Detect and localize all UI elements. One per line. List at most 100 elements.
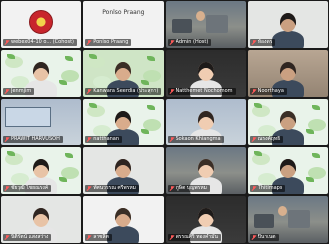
participant-face [279,110,296,130]
participant-name: ชัยวุฒิ ไชยณรงค์ [11,185,49,192]
mic-muted-icon [87,88,91,94]
participant-name-label: นิติรัตน์ แสงสว่าง [3,233,52,241]
participant-name-label: PRAWIT HARVUSOH [3,136,63,144]
participant-tile[interactable]: Sokaon Khiangma [165,98,246,146]
leaf-decoration [147,55,156,61]
participant-face [115,110,132,130]
participant-name: Natthemet Nochomom [175,87,233,94]
participant-tile[interactable]: ปินาเนต [247,196,328,243]
participant-name-label: Admin (Host) [167,38,212,46]
participant-tile[interactable]: Admin (Host) [165,1,246,48]
participant-name: Noorthaya [257,87,284,94]
participant-body [271,31,304,48]
participant-face [33,61,49,81]
leaf-decoration [147,104,156,110]
participant-tile[interactable]: นิติรัตน์ แสงสว่าง [1,196,82,243]
participant-tile[interactable]: Thitlmaps [247,147,328,195]
participant-tile[interactable]: ลาซลิต [83,196,164,243]
mic-muted-icon [170,137,174,142]
participant-name-label: Jenmjim [3,87,35,95]
mic-muted-icon [87,186,91,191]
participant-tile[interactable]: ทัศนวรรณ ศรีพรหม [83,147,164,195]
participant-name: ห้องดร [257,38,273,45]
participant-name: webex04-10 o... (Cohost) [11,38,74,45]
participant-tile[interactable]: PRAWIT HARVUSOH [1,98,82,146]
mic-muted-icon [87,39,91,45]
office-shelf [205,15,228,33]
participant-tile[interactable]: Noorthaya [247,49,328,97]
participant-name: Kanwara Seerdia (ประสุกา) [93,87,159,94]
participant-face [33,208,49,228]
leaf-decoration [311,104,320,110]
participant-name-label: พรรณศิริ ทองคำมั่น [167,233,221,241]
leaf-decoration [311,153,320,159]
participant-face [197,159,214,179]
participant-face [115,159,132,179]
participant-tile[interactable]: Natthemet Nochomom [165,49,246,97]
participant-body [107,226,140,243]
mic-muted-icon [170,39,174,45]
participant-face [115,61,132,81]
mic-muted-icon [252,137,256,142]
mic-muted-icon [87,234,91,240]
mic-muted-icon [252,39,256,45]
participant-tile[interactable]: พรรณศิริ ทองคำมั่น [165,196,246,243]
participant-name: Admin (Host) [175,38,209,45]
participant-name-label: natthanan [85,136,123,144]
participant-tile[interactable]: ห้องดร [247,1,328,48]
participant-name-label: webex04-10 o... (Cohost) [3,38,77,46]
participant-name-label: Sokaon Khiangma [167,136,224,144]
participant-name: ทัศนวรรณ ศรีพรหม [93,185,136,192]
participant-tile[interactable]: ชัยวุฒิ ไชยณรงค์ [1,147,82,195]
office-desk [171,19,192,33]
participant-name: พรรณศิริ ทองคำมั่น [175,233,218,240]
participant-tile[interactable]: Ponlso Praang Ponlso Praang [83,1,164,48]
participant-name: ปินาเนต [257,233,276,240]
leaf-decoration [89,102,98,108]
participant-name: PRAWIT HARVUSOH [11,136,60,143]
mic-muted-icon [87,137,91,142]
participant-tile[interactable]: ภูษิต บุญพรหม [165,147,246,195]
participant-name-label: Noorthaya [249,87,287,95]
participant-name-label: ห้องดร [249,38,276,46]
participant-tile[interactable]: natthanan [83,98,164,146]
leaf-decoration [141,79,150,85]
participant-name-label: Thitlmaps [249,185,286,193]
participant-tile[interactable]: Kanwara Seerdia (ประสุกา) [83,49,164,97]
participant-tile[interactable]: Jenmjim [1,49,82,97]
participant-face [197,61,214,81]
participant-tile[interactable]: webex04-10 o... (Cohost) [1,1,82,48]
participant-name: ณรงค์ฤทธิ์ [257,136,281,143]
mic-muted-icon [5,88,9,94]
participant-face [33,159,49,179]
mic-muted-icon [5,137,9,142]
participant-name: Thitlmaps [257,185,283,192]
participant-video-grid: webex04-10 o... (Cohost) Ponlso Praang Po… [1,1,328,243]
leaf-decoration [59,177,67,183]
participant-name-label: ลาซลิต [85,233,112,241]
participant-center-name: Ponlso Praang [102,9,145,16]
shared-screen [5,106,51,127]
participant-face [197,110,214,130]
mic-muted-icon [252,88,256,94]
participant-name: Sokaon Khiangma [175,136,221,143]
mic-muted-icon [5,234,9,240]
leaf-decoration [253,102,262,108]
participant-name-label: Kanwara Seerdia (ประสุกา) [85,87,162,95]
leaf-decoration [305,177,314,183]
participant-face [195,11,205,21]
participant-name: Jenmjim [11,87,32,94]
participant-name-label: ณรงค์ฤทธิ์ [249,136,284,144]
participant-name: นิติรัตน์ แสงสว่าง [11,233,49,240]
mic-muted-icon [252,186,256,191]
participant-name: Ponlso Praang [93,38,129,45]
participant-face [115,208,132,228]
mic-muted-icon [170,234,174,240]
leaf-decoration [305,128,314,134]
participant-name-label: ปินาเนต [249,233,279,241]
participant-tile[interactable]: ณรงค์ฤทธิ์ [247,98,328,146]
leaf-decoration [7,53,15,59]
participant-face [279,61,296,81]
participant-name-label: ชัยวุฒิ ไชยณรงค์ [3,185,52,193]
participant-name-label: Natthemet Nochomom [167,87,236,95]
